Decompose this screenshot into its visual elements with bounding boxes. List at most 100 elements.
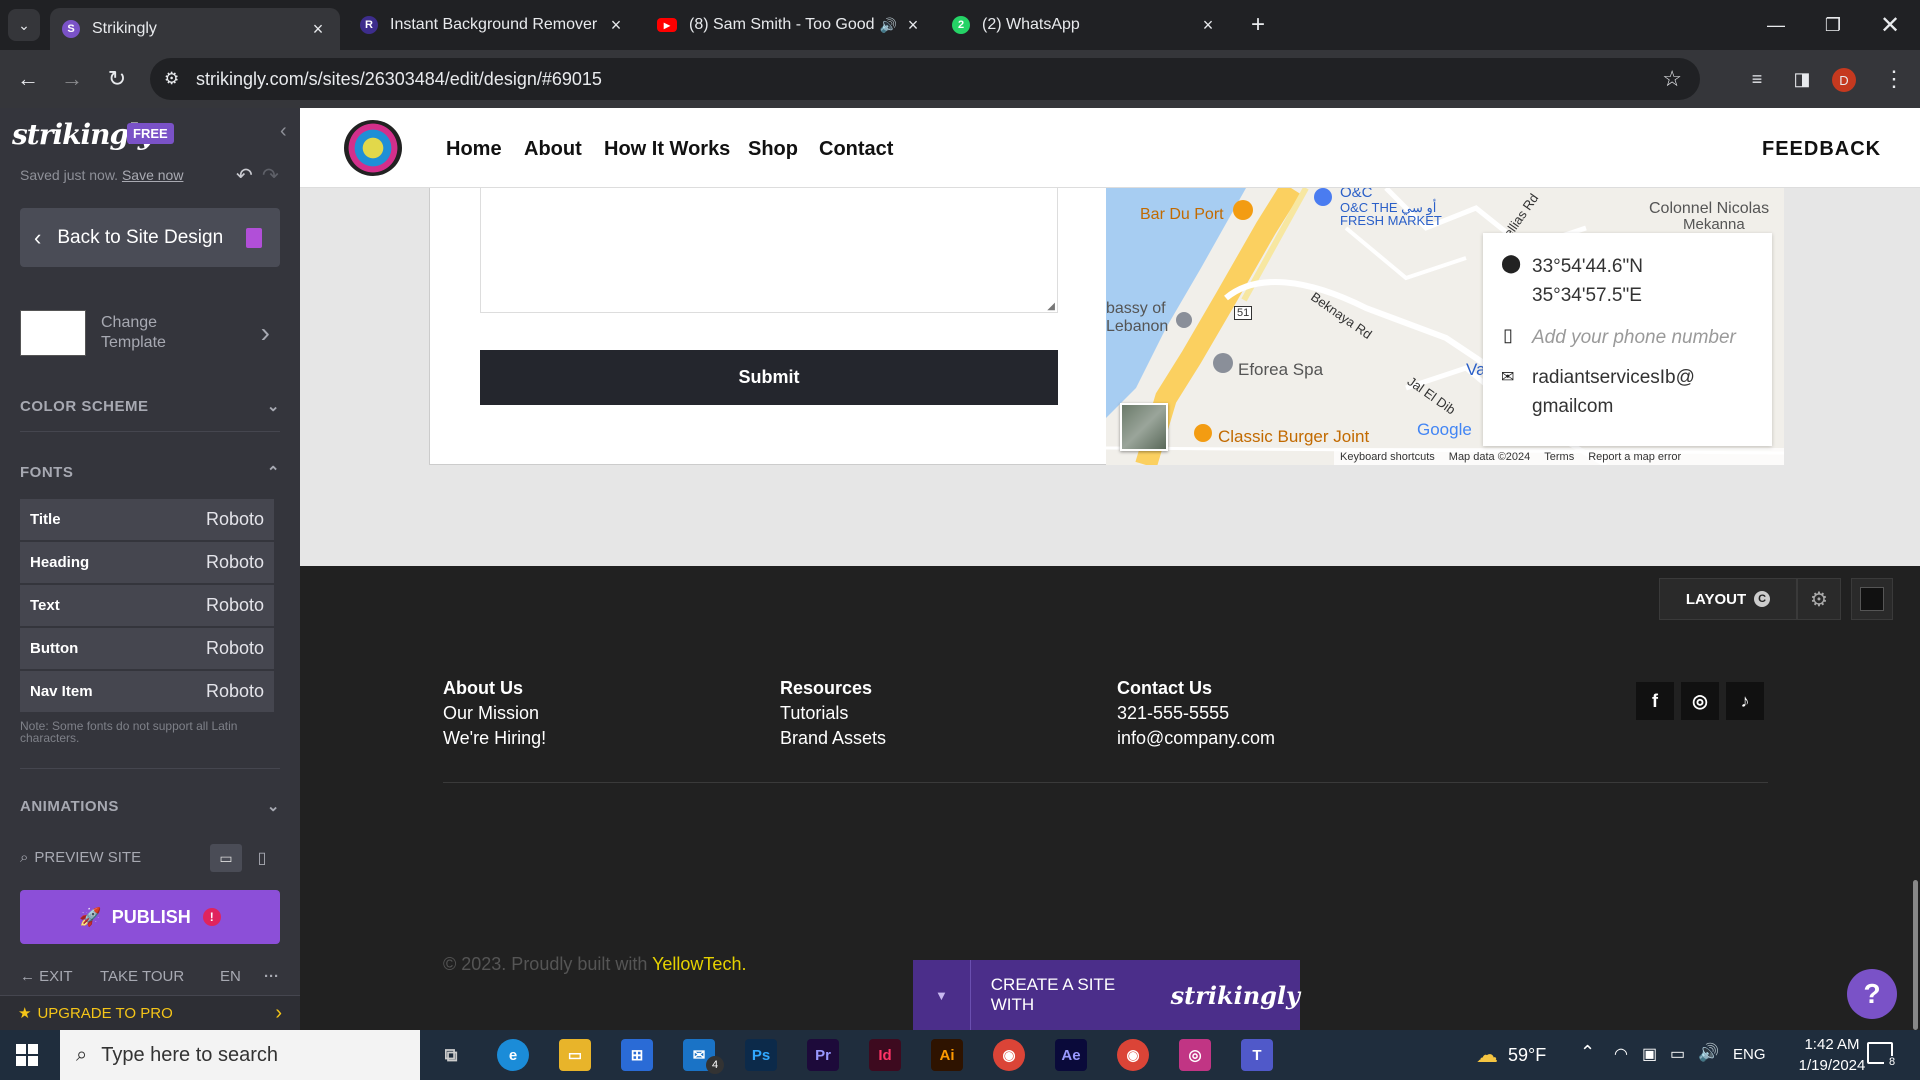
browser-menu-icon[interactable]: ⋮	[1878, 63, 1910, 95]
footer-phone[interactable]: 321-555-5555	[1117, 701, 1275, 726]
map-pin-embassy[interactable]	[1176, 312, 1192, 328]
address-bar[interactable]: ⚙ strikingly.com/s/sites/26303484/edit/d…	[150, 58, 1700, 100]
site-logo[interactable]	[344, 120, 402, 176]
section-settings-icon[interactable]: ⚙	[1797, 578, 1841, 620]
preview-site-row[interactable]: ⌕ PREVIEW SITE	[20, 849, 141, 866]
footer-email[interactable]: info@company.com	[1117, 726, 1275, 751]
footer-link-brand-assets[interactable]: Brand Assets	[780, 726, 886, 751]
change-template-row[interactable]: Change Template ›	[20, 303, 280, 363]
footer-link-hiring[interactable]: We're Hiring!	[443, 726, 546, 751]
close-tab-icon[interactable]: ×	[308, 19, 328, 40]
chrome-profile-d-icon[interactable]: ◉	[1117, 1039, 1149, 1071]
upgrade-row[interactable]: ★ UPGRADE TO PRO ›	[0, 995, 300, 1030]
illustrator-icon[interactable]: Ai	[931, 1039, 963, 1071]
side-panel-icon[interactable]: ◨	[1786, 63, 1818, 95]
nav-how-it-works[interactable]: How It Works	[604, 138, 730, 161]
map-pin-oc[interactable]	[1314, 188, 1332, 206]
animations-section[interactable]: ANIMATIONS ⌄	[20, 797, 280, 816]
font-row-nav-item[interactable]: Nav Item Roboto	[20, 671, 274, 713]
font-row-title[interactable]: Title Roboto	[20, 499, 274, 541]
help-button[interactable]: ?	[1847, 969, 1897, 1019]
map-pin-burger[interactable]	[1194, 424, 1212, 442]
nav-contact[interactable]: Contact	[819, 138, 893, 161]
brand-link[interactable]: YellowTech.	[652, 954, 746, 974]
font-row-button[interactable]: Button Roboto	[20, 628, 274, 670]
nav-shop[interactable]: Shop	[748, 138, 798, 161]
back-arrow-icon[interactable]: ←	[12, 63, 44, 95]
nav-about[interactable]: About	[524, 138, 582, 161]
task-view-icon[interactable]: ⧉	[435, 1039, 467, 1071]
caret-down-icon[interactable]: ▼	[913, 960, 971, 1030]
taskbar-search[interactable]: ⌕ Type here to search	[60, 1030, 420, 1080]
satellite-toggle[interactable]	[1120, 403, 1168, 451]
layout-button[interactable]: LAYOUT C	[1659, 578, 1797, 620]
tab-youtube[interactable]: ▶ (8) Sam Smith - Too Good A 🔊 ×	[645, 8, 935, 42]
facebook-icon[interactable]: f	[1636, 682, 1674, 720]
input-language[interactable]: ENG	[1733, 1046, 1766, 1063]
create-site-banner[interactable]: ▼ CREATE A SITE WITH strikingly	[913, 960, 1300, 1030]
tab-strikingly[interactable]: S Strikingly ×	[50, 8, 340, 50]
map-pin-eforea-spa[interactable]	[1213, 353, 1233, 373]
restore-icon[interactable]: ❐	[1817, 9, 1849, 41]
close-tab-icon[interactable]: ×	[1198, 15, 1218, 36]
volume-icon[interactable]: 🔊	[1698, 1043, 1719, 1063]
teams-icon[interactable]: T	[1241, 1039, 1273, 1071]
exit-link[interactable]: ← EXIT	[20, 968, 100, 985]
message-textarea[interactable]: ◢	[480, 188, 1058, 313]
weather-icon[interactable]: ☁	[1476, 1042, 1498, 1068]
tab-whatsapp[interactable]: 2 (2) WhatsApp ×	[940, 8, 1230, 42]
redo-icon[interactable]: ↷	[262, 163, 279, 188]
forward-arrow-icon[interactable]: →	[56, 63, 88, 95]
footer-link-tutorials[interactable]: Tutorials	[780, 701, 886, 726]
after-effects-icon[interactable]: Ae	[1055, 1039, 1087, 1071]
feedback-link[interactable]: FEEDBACK	[1762, 138, 1881, 161]
photoshop-icon[interactable]: Ps	[745, 1039, 777, 1071]
edge-icon[interactable]: e	[497, 1039, 529, 1071]
back-to-site-design-button[interactable]: ‹ Back to Site Design	[20, 208, 280, 267]
footer-link-our-mission[interactable]: Our Mission	[443, 701, 546, 726]
file-explorer-icon[interactable]: ▭	[559, 1039, 591, 1071]
speaker-icon[interactable]: 🔊	[880, 17, 897, 34]
collapse-sidebar-icon[interactable]: ‹	[280, 120, 287, 143]
battery-icon[interactable]: ▭	[1670, 1044, 1685, 1064]
profile-avatar[interactable]: D	[1832, 68, 1856, 92]
store-icon[interactable]: ⊞	[621, 1039, 653, 1071]
premiere-icon[interactable]: Pr	[807, 1039, 839, 1071]
close-tab-icon[interactable]: ×	[903, 15, 923, 36]
map-pin-bar-du-port[interactable]	[1233, 200, 1253, 220]
bookmark-star-icon[interactable]: ☆	[1662, 66, 1682, 92]
instagram-app-icon[interactable]: ◎	[1179, 1039, 1211, 1071]
color-scheme-section[interactable]: COLOR SCHEME ⌄	[20, 397, 280, 416]
undo-icon[interactable]: ↶	[236, 163, 253, 188]
windows-start-icon[interactable]	[16, 1044, 38, 1066]
wifi-icon[interactable]: ◠	[1614, 1044, 1628, 1064]
tab-search-chevron-icon[interactable]: ⌄	[8, 9, 40, 41]
site-settings-icon[interactable]: ⚙	[164, 69, 179, 89]
tiktok-icon[interactable]: ♪	[1726, 682, 1764, 720]
chrome-profile-m-icon[interactable]: ◉	[993, 1039, 1025, 1071]
tab-background-remover[interactable]: R Instant Background Remover - I ×	[348, 8, 638, 42]
resize-handle-icon[interactable]: ◢	[1047, 301, 1055, 312]
page-scrollbar[interactable]	[1913, 880, 1918, 1030]
mobile-preview-icon[interactable]: ▯	[250, 844, 274, 872]
publish-button[interactable]: 🚀 PUBLISH !	[20, 890, 280, 944]
fonts-section[interactable]: FONTS ⌃	[20, 463, 280, 482]
nav-home[interactable]: Home	[446, 138, 502, 161]
font-row-text[interactable]: Text Roboto	[20, 585, 274, 627]
meet-icon[interactable]: ▣	[1642, 1044, 1657, 1064]
submit-button[interactable]: Submit	[480, 350, 1058, 405]
take-tour-link[interactable]: TAKE TOUR	[100, 968, 220, 985]
more-options-icon[interactable]: ···	[264, 968, 279, 985]
language-link[interactable]: EN	[220, 968, 264, 985]
instagram-icon[interactable]: ◎	[1681, 682, 1719, 720]
indesign-icon[interactable]: Id	[869, 1039, 901, 1071]
minimize-icon[interactable]: —	[1760, 9, 1792, 41]
keyboard-shortcuts-link[interactable]: Keyboard shortcuts	[1340, 451, 1435, 463]
new-tab-icon[interactable]: +	[1242, 9, 1274, 41]
section-color-swatch[interactable]	[1851, 578, 1893, 620]
reload-icon[interactable]: ↻	[101, 63, 133, 95]
report-map-error-link[interactable]: Report a map error	[1588, 451, 1681, 463]
media-control-icon[interactable]: ≡	[1741, 63, 1773, 95]
font-row-heading[interactable]: Heading Roboto	[20, 542, 274, 584]
save-now-link[interactable]: Save now	[122, 167, 183, 183]
